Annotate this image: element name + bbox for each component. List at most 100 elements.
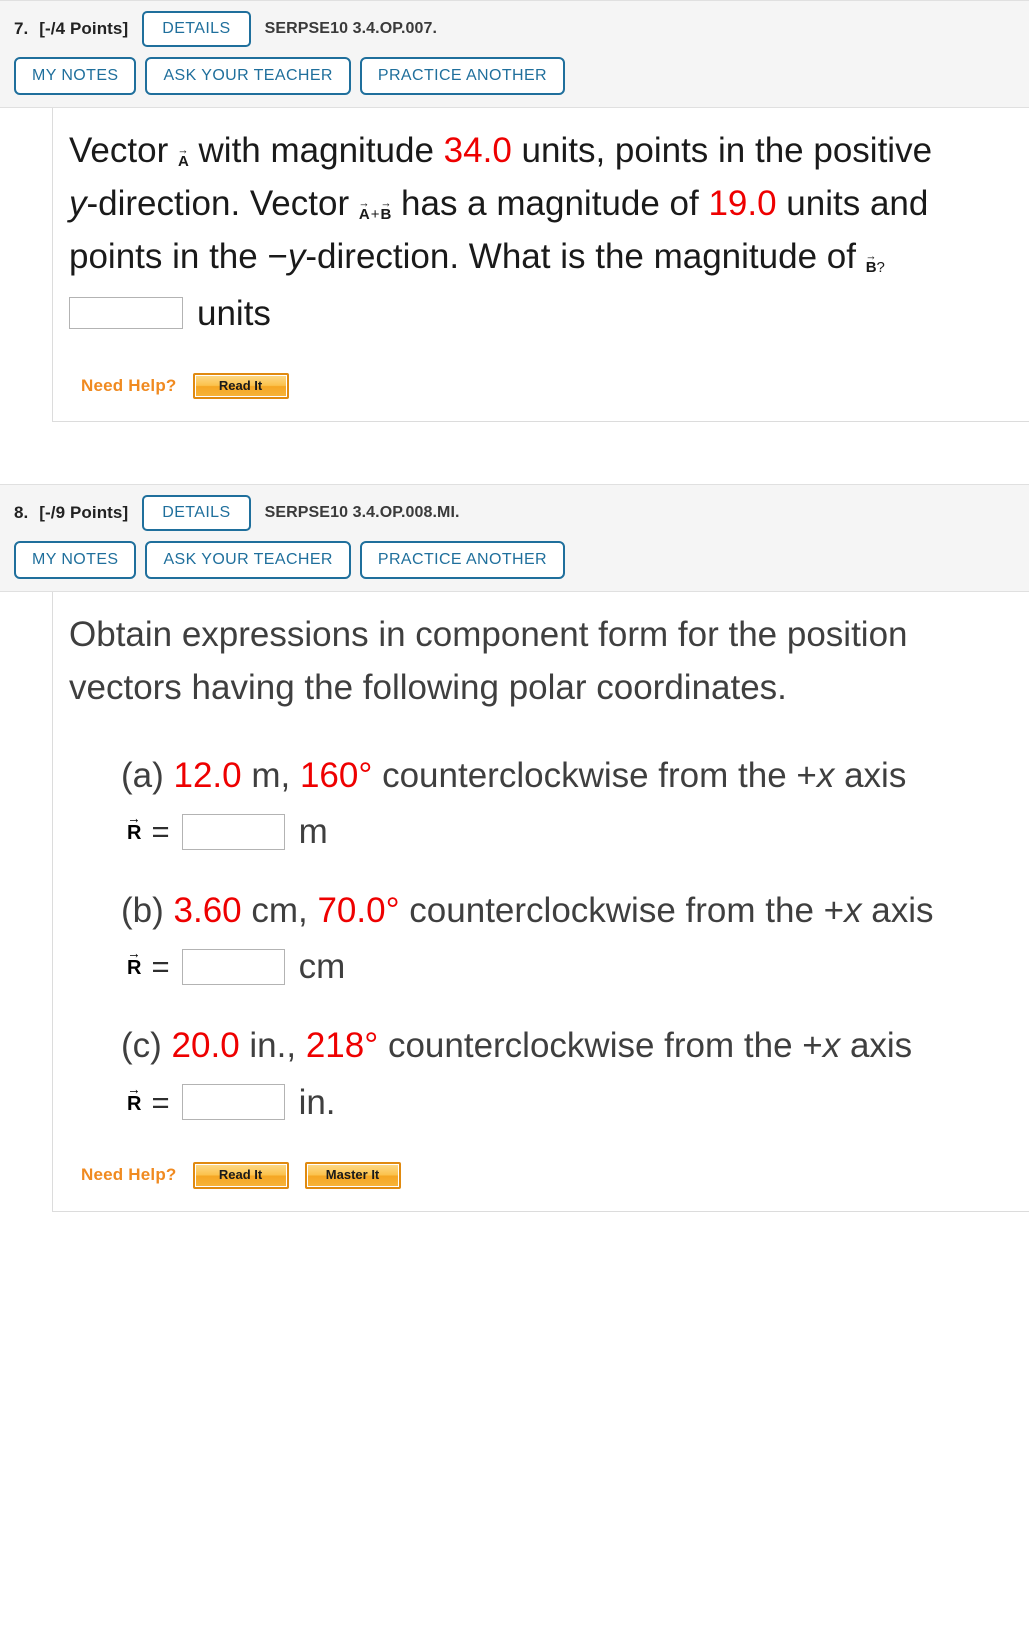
vector-b-question-mark: ?	[876, 259, 885, 277]
part-b-axis: x	[844, 890, 862, 930]
part-b-angle: 70.0°	[317, 890, 400, 930]
part-b-mag-unit: cm,	[241, 890, 318, 930]
part-a-unit: m	[298, 812, 328, 852]
problem-8-ask-your-teacher-button[interactable]: ASK YOUR TEACHER	[145, 541, 351, 580]
part-a-tail: counterclockwise from the +	[372, 755, 817, 795]
part-b-unit: cm	[298, 947, 346, 987]
vector-ab-b-letter: B	[380, 205, 391, 222]
problem-8-part-b-text: (b) 3.60 cm, 70.0° counterclockwise from…	[69, 884, 1001, 937]
problem-8-need-help-label: Need Help?	[81, 1165, 177, 1185]
part-c-angle: 218°	[305, 1025, 379, 1065]
assignment-page: 7. [-/4 Points] DETAILS SERPSE10 3.4.OP.…	[0, 0, 1029, 1212]
vector-b-letter: B	[866, 258, 877, 275]
vector-ab-a-letter: A	[359, 205, 370, 222]
problem-8-part-a-text: (a) 12.0 m, 160° counterclockwise from t…	[69, 749, 1001, 802]
stem-text-2: with magnitude	[188, 131, 444, 170]
part-a-axis: x	[816, 755, 835, 795]
stem-text-5: has a magnitude of	[391, 184, 709, 224]
problem-8-body: Obtain expressions in component form for…	[52, 592, 1029, 1212]
problem-8-question-code: SERPSE10 3.4.OP.008.MI.	[264, 504, 460, 522]
vector-a-letter: A	[178, 152, 189, 169]
problem-7-practice-another-button[interactable]: PRACTICE ANOTHER	[359, 57, 565, 95]
part-c-magnitude: 20.0	[171, 1025, 240, 1065]
problem-7-number: 7. [-/4 Points]	[14, 19, 128, 39]
problem-8-number: 8. [-/9 Points]	[14, 503, 128, 523]
stem-text-7: -direction. What is the magnitude of	[305, 237, 866, 277]
stem-text-3: units, points in the positive	[511, 131, 933, 170]
problem-7-header-actions: MY NOTES ASK YOUR TEACHER PRACTICE ANOTH…	[14, 57, 1015, 95]
vector-b-symbol: B?	[866, 258, 885, 275]
problem-8-part-a-input[interactable]	[181, 813, 285, 850]
part-b-tail2: axis	[861, 890, 934, 930]
part-b-equals-sign: =	[151, 949, 170, 985]
problem-8-part-b-answer-row: R = cm	[69, 947, 1029, 987]
problem-7-read-it-button[interactable]: Read It	[192, 372, 289, 400]
problem-8-part-c: (c) 20.0 in., 218° counterclockwise from…	[69, 1019, 1029, 1122]
problem-8-header: 8. [-/9 Points] DETAILS SERPSE10 3.4.OP.…	[0, 484, 1029, 593]
part-c-axis: x	[822, 1025, 841, 1065]
stem-magnitude-1: 34.0	[443, 131, 512, 170]
problem-7-need-help-label: Need Help?	[81, 375, 177, 395]
stem-magnitude-2: 19.0	[708, 184, 777, 224]
problem-7-answer-input[interactable]	[69, 297, 183, 330]
part-c-equals-sign: =	[151, 1084, 170, 1120]
problem-7-my-notes-button[interactable]: MY NOTES	[14, 57, 137, 95]
problem-8-points: [-/9 Points]	[39, 503, 129, 523]
problem-separator	[0, 422, 1029, 485]
part-c-unit: in.	[298, 1082, 336, 1122]
problem-8-header-top: 8. [-/9 Points] DETAILS SERPSE10 3.4.OP.…	[14, 495, 1015, 532]
problem-8: 8. [-/9 Points] DETAILS SERPSE10 3.4.OP.…	[0, 484, 1029, 1212]
part-c-tail: counterclockwise from the +	[378, 1025, 823, 1065]
stem-axis-2: y	[287, 237, 306, 277]
part-c-vector-r-symbol: R	[127, 1091, 141, 1114]
problem-8-part-c-input[interactable]	[181, 1084, 285, 1121]
problem-8-part-a: (a) 12.0 m, 160° counterclockwise from t…	[69, 749, 1029, 850]
part-c-tail2: axis	[840, 1025, 913, 1065]
part-a-equals-sign: =	[151, 814, 170, 850]
part-a-angle: 160°	[299, 755, 373, 795]
problem-7-body: Vector A with magnitude 34.0 units, poin…	[52, 108, 1029, 423]
problem-7-points: [-/4 Points]	[39, 19, 129, 38]
vector-a-plus-b-symbol: A+B	[359, 205, 391, 222]
part-a-mag-unit: m,	[241, 755, 300, 795]
problem-8-part-a-answer-row: R = m	[69, 812, 1029, 852]
vector-a-symbol: A	[178, 152, 189, 169]
problem-7-stem: Vector A with magnitude 34.0 units, poin…	[69, 124, 949, 284]
vector-ab-plus-sign: +	[370, 206, 380, 224]
problem-7-header: 7. [-/4 Points] DETAILS SERPSE10 3.4.OP.…	[0, 0, 1029, 108]
problem-7-question-code: SERPSE10 3.4.OP.007.	[264, 20, 438, 37]
stem-text-1: Vector	[69, 131, 178, 170]
problem-8-practice-another-button[interactable]: PRACTICE ANOTHER	[359, 541, 565, 580]
part-a-vector-r-symbol: R	[127, 820, 141, 843]
problem-8-master-it-button[interactable]: Master It	[304, 1162, 401, 1189]
problem-7-answer-row: units	[69, 296, 1029, 331]
part-a-tail2: axis	[834, 755, 907, 795]
part-b-vector-r-symbol: R	[127, 955, 141, 978]
part-b-label: (b)	[121, 890, 174, 930]
problem-7-answer-unit: units	[197, 293, 271, 333]
problem-8-my-notes-button[interactable]: MY NOTES	[14, 541, 137, 580]
part-b-tail: counterclockwise from the +	[399, 890, 845, 930]
problem-8-part-c-text: (c) 20.0 in., 218° counterclockwise from…	[69, 1019, 1001, 1072]
problem-7-need-help: Need Help? Read It	[69, 372, 1029, 400]
problem-8-need-help: Need Help? Read It Master It	[69, 1162, 1029, 1189]
problem-8-header-actions: MY NOTES ASK YOUR TEACHER PRACTICE ANOTH…	[14, 541, 1015, 580]
part-a-magnitude: 12.0	[173, 755, 242, 795]
problem-8-index: 8.	[14, 503, 29, 523]
problem-8-part-c-answer-row: R = in.	[69, 1082, 1029, 1122]
problem-7-ask-your-teacher-button[interactable]: ASK YOUR TEACHER	[145, 57, 351, 95]
part-a-label: (a)	[121, 755, 174, 795]
problem-8-part-b: (b) 3.60 cm, 70.0° counterclockwise from…	[69, 884, 1029, 985]
stem-text-4: -direction. Vector	[86, 184, 359, 224]
stem-axis-1: y	[69, 184, 87, 224]
problem-7: 7. [-/4 Points] DETAILS SERPSE10 3.4.OP.…	[0, 0, 1029, 423]
problem-8-details-button[interactable]: DETAILS	[142, 495, 251, 532]
problem-7-details-button[interactable]: DETAILS	[142, 11, 251, 47]
part-c-mag-unit: in.,	[239, 1025, 306, 1065]
problem-8-stem: Obtain expressions in component form for…	[69, 615, 908, 708]
problem-7-index: 7.	[14, 19, 29, 38]
problem-8-part-b-input[interactable]	[181, 948, 285, 985]
part-b-magnitude: 3.60	[173, 890, 242, 930]
part-c-label: (c)	[121, 1025, 172, 1065]
problem-8-read-it-button[interactable]: Read It	[192, 1162, 289, 1189]
